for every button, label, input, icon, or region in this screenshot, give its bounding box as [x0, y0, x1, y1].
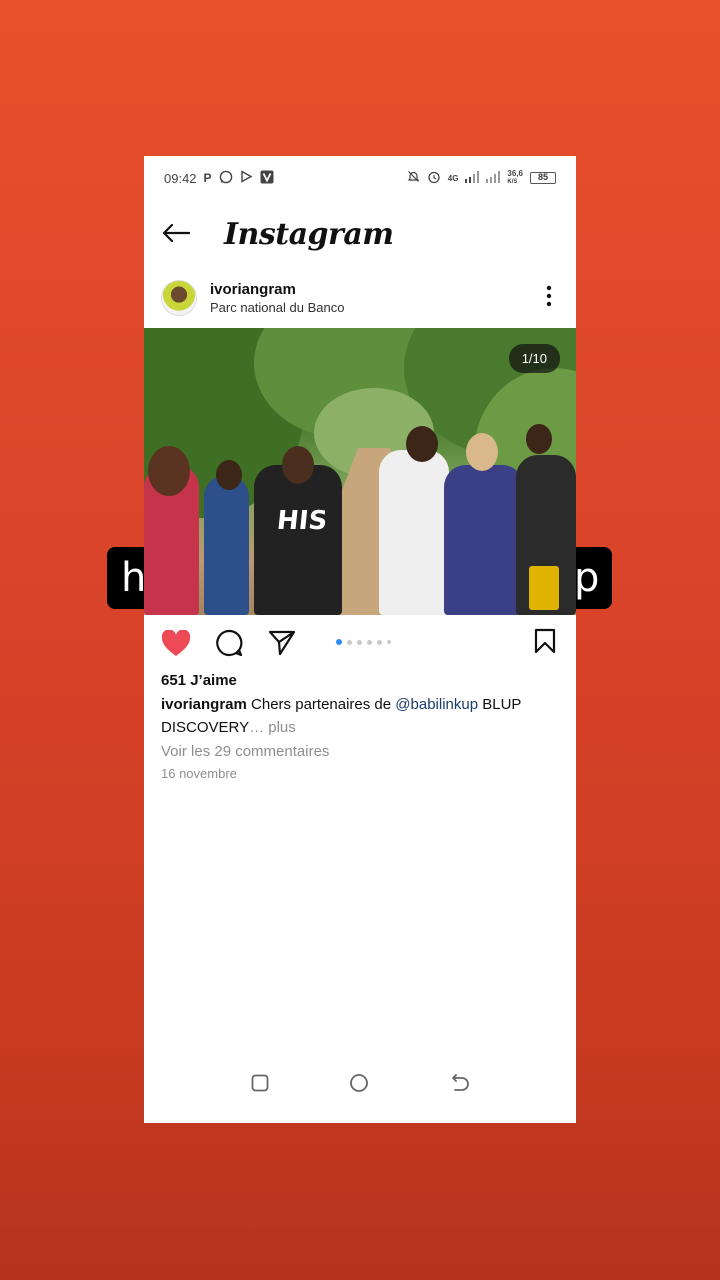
avatar[interactable]	[161, 280, 197, 316]
network-speed: 36,6	[507, 169, 523, 178]
status-bar: 09:42 P 4G 36,6 K/S 85	[144, 156, 576, 200]
status-time: 09:42	[164, 170, 197, 186]
whatsapp-icon	[219, 170, 233, 187]
network-type: 4G	[447, 173, 459, 183]
heart-icon[interactable]	[161, 628, 191, 658]
likes-count[interactable]: 651 J’aime	[144, 672, 576, 689]
battery-icon: 85	[530, 172, 556, 184]
shirt-text: HIS	[275, 506, 329, 536]
carousel-dot	[377, 639, 382, 645]
caption-username[interactable]: ivoriangram	[161, 696, 247, 713]
alarm-icon	[427, 170, 441, 187]
network-speed-unit: K/S	[507, 179, 518, 185]
post-photo[interactable]: HIS 1/10	[144, 328, 576, 615]
share-icon[interactable]	[267, 628, 297, 658]
post-header: ivoriangram Parc national du Banco	[144, 268, 576, 328]
back-nav-icon[interactable]	[449, 1073, 469, 1097]
post-date: 16 novembre	[161, 766, 237, 781]
post-location[interactable]: Parc national du Banco	[210, 300, 539, 315]
post-actions	[144, 615, 576, 671]
phone-screen: 09:42 P 4G 36,6 K/S 85 Instagram ivorian…	[144, 156, 576, 1123]
signal-icon-2	[486, 170, 501, 186]
post-caption: ivoriangram Chers partenaires de @babili…	[144, 693, 576, 739]
signal-icon	[465, 170, 480, 186]
more-options-icon[interactable]	[539, 285, 559, 311]
instagram-logo: Instagram	[224, 216, 394, 252]
caption-text: Chers partenaires de	[246, 696, 396, 713]
carousel-dot	[387, 640, 391, 644]
caption-mention[interactable]: @babilinkup	[395, 696, 478, 713]
post-username[interactable]: ivoriangram	[210, 281, 539, 298]
app-bar: Instagram	[144, 200, 576, 268]
play-icon	[240, 170, 253, 186]
mute-bell-icon	[407, 170, 420, 186]
bookmark-icon[interactable]	[534, 628, 556, 659]
recents-icon[interactable]	[251, 1074, 269, 1097]
back-arrow-icon[interactable]	[162, 219, 224, 249]
system-nav-bar	[144, 1065, 576, 1105]
comment-icon[interactable]	[214, 628, 244, 658]
photo-counter: 1/10	[508, 344, 560, 373]
caption-more-link[interactable]: … plus	[249, 719, 296, 736]
view-comments-link[interactable]: Voir les 29 commentaires	[144, 743, 576, 760]
parking-icon: P	[203, 171, 212, 185]
home-icon[interactable]	[349, 1073, 369, 1098]
carousel-dot	[347, 639, 352, 645]
carousel-dot	[336, 639, 342, 645]
v-icon	[260, 170, 274, 187]
carousel-dots	[336, 639, 391, 645]
carousel-dot	[357, 639, 362, 645]
carousel-dot	[367, 639, 372, 645]
